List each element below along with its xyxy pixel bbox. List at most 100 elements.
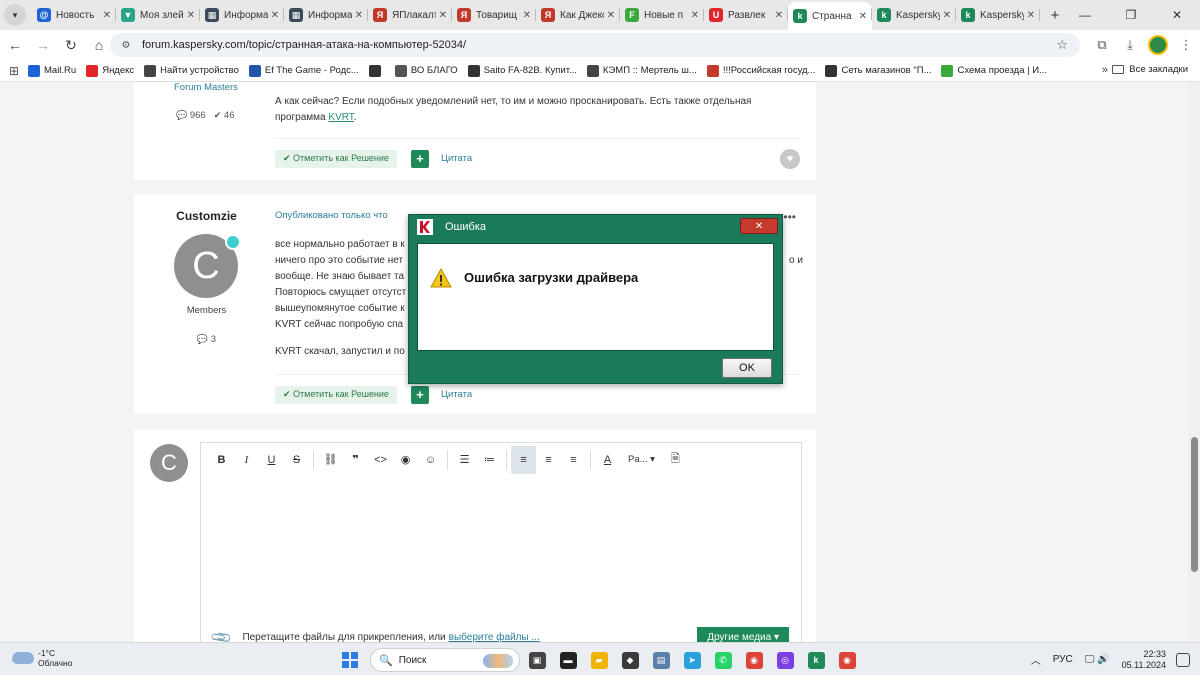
quote-button[interactable]: Цитата xyxy=(441,389,472,400)
tab-close-icon[interactable]: ✕ xyxy=(775,10,783,21)
browser-tab[interactable]: k Странна ✕ xyxy=(788,2,872,30)
taskbar-app-photos[interactable]: ▤ xyxy=(647,647,675,673)
scrollbar-thumb[interactable] xyxy=(1191,437,1198,572)
taskbar-app-chrome[interactable]: ◉ xyxy=(740,647,768,673)
tab-close-icon[interactable]: ✕ xyxy=(523,10,531,21)
browser-tab[interactable]: U Развлек ✕ xyxy=(704,3,788,27)
tab-close-icon[interactable]: ✕ xyxy=(607,10,615,21)
home-icon[interactable]: ⌂ xyxy=(86,32,112,58)
bold-icon[interactable]: B xyxy=(209,446,234,474)
browser-tab[interactable]: Я ЯПлакалъ ✕ xyxy=(368,3,452,27)
input-language[interactable]: РУС xyxy=(1053,654,1073,665)
spoiler-eye-icon[interactable]: ◉ xyxy=(393,446,418,474)
taskbar-app-chrome-2[interactable]: ◉ xyxy=(833,647,861,673)
bookmark-item[interactable]: ВО БЛАГО xyxy=(394,64,458,77)
tab-close-icon[interactable]: ✕ xyxy=(187,10,195,21)
multiquote-plus-button[interactable]: + xyxy=(410,385,429,404)
notifications-icon[interactable] xyxy=(1176,652,1190,667)
browser-tab[interactable]: ▼ Моя злейшая✕ xyxy=(116,3,200,27)
tab-search-icon[interactable]: ▾ xyxy=(4,4,26,26)
numbered-list-icon[interactable]: ≔ xyxy=(477,446,502,474)
tab-close-icon[interactable]: ✕ xyxy=(691,10,699,21)
downloads-icon[interactable]: ⤓ xyxy=(1116,31,1144,59)
network-volume-icons[interactable]: 🖵 🔊 xyxy=(1085,654,1110,665)
all-bookmarks-button[interactable]: Все закладки xyxy=(1112,64,1188,75)
code-icon[interactable]: <> xyxy=(368,446,393,474)
align-right-icon[interactable]: ≡ xyxy=(561,446,586,474)
browser-tab[interactable]: F Новые п ✕ xyxy=(620,3,704,27)
tab-close-icon[interactable]: ✕ xyxy=(859,11,867,22)
quote-icon[interactable]: ❞ xyxy=(343,446,368,474)
mark-solution-button[interactable]: ✔ Отметить как Решение xyxy=(275,385,397,404)
align-center-icon[interactable]: ≡ xyxy=(536,446,561,474)
tab-close-icon[interactable]: ✕ xyxy=(355,10,363,21)
bulleted-list-icon[interactable]: ☰ xyxy=(452,446,477,474)
author-name[interactable]: Customzie xyxy=(134,209,279,223)
bookmark-item[interactable]: !!!Российская госуд... xyxy=(706,64,815,77)
bookmark-item[interactable]: КЭМП :: Мертель ш... xyxy=(586,64,697,77)
minimize-icon[interactable]: — xyxy=(1062,0,1108,30)
browser-tab[interactable]: k Kaspersky ✕ xyxy=(872,3,956,27)
browser-tab[interactable]: @ Новость ✕ xyxy=(32,3,116,27)
taskbar-app-telegram[interactable]: ➤ xyxy=(678,647,706,673)
tab-close-icon[interactable]: ✕ xyxy=(1027,10,1035,21)
dialog-titlebar[interactable]: Ошибка ✕ xyxy=(409,215,782,239)
mark-solution-button[interactable]: ✔ Отметить как Решение xyxy=(275,149,397,168)
dialog-close-button[interactable]: ✕ xyxy=(740,218,778,234)
other-media-button[interactable]: Другие медиа ▾ xyxy=(697,627,789,642)
start-button[interactable] xyxy=(338,648,362,672)
menu-icon[interactable]: ⋮ xyxy=(1172,31,1200,59)
choose-files-link[interactable]: выберите файлы ... xyxy=(449,632,540,643)
bookmark-item[interactable]: Яндекс xyxy=(86,64,134,77)
page-scrollbar[interactable] xyxy=(1188,82,1200,642)
link-icon[interactable]: ⛓ xyxy=(318,446,343,474)
taskbar-app-app-dark[interactable]: ◆ xyxy=(616,647,644,673)
bookmark-item[interactable]: Ef The Game - Родс... xyxy=(248,64,359,77)
strikethrough-icon[interactable]: S xyxy=(284,446,309,474)
profile-avatar[interactable] xyxy=(1144,31,1172,59)
close-window-icon[interactable]: ✕ xyxy=(1154,0,1200,30)
taskbar-app-task-view[interactable]: ▣ xyxy=(523,647,551,673)
emoji-icon[interactable]: ☺ xyxy=(418,446,443,474)
url-text[interactable]: forum.kaspersky.com/topic/странная-атака… xyxy=(142,39,466,51)
bookmarks-overflow-icon[interactable]: » xyxy=(1102,64,1108,76)
align-left-icon[interactable]: ≡ xyxy=(511,445,536,474)
tab-close-icon[interactable]: ✕ xyxy=(103,10,111,21)
quote-button[interactable]: Цитата xyxy=(441,153,472,164)
extensions-icon[interactable]: ⧉ xyxy=(1088,31,1116,59)
multiquote-plus-button[interactable]: + xyxy=(410,149,429,168)
post-options-icon[interactable]: ••• xyxy=(783,210,796,224)
taskbar-app-app-purple[interactable]: ◎ xyxy=(771,647,799,673)
browser-tab[interactable]: ▦ Информация✕ xyxy=(200,3,284,27)
taskbar-app-explorer[interactable]: ▰ xyxy=(585,647,613,673)
restore-icon[interactable]: ❐ xyxy=(1108,0,1154,30)
bookmark-item[interactable]: Сеть магазинов "П... xyxy=(825,64,931,77)
tab-close-icon[interactable]: ✕ xyxy=(271,10,279,21)
browser-tab[interactable]: ▦ Информация✕ xyxy=(284,3,368,27)
clock[interactable]: 22:33 05.11.2024 xyxy=(1122,649,1166,671)
forward-icon[interactable]: → xyxy=(30,32,56,58)
bookmark-item[interactable]: Найти устройство xyxy=(144,64,239,77)
weather-widget[interactable]: -1°C Облачно xyxy=(12,648,72,668)
taskbar-search[interactable]: 🔍 Поиск xyxy=(370,648,520,672)
paragraph-format-select[interactable]: Pa... ▾ xyxy=(620,454,663,465)
tab-close-icon[interactable]: ✕ xyxy=(943,10,951,21)
bookmark-item[interactable]: Mail.Ru xyxy=(28,64,76,77)
back-icon[interactable]: ← xyxy=(2,32,28,58)
address-bar[interactable]: ⚙ forum.kaspersky.com/topic/странная-ата… xyxy=(110,33,1080,57)
tray-overflow-icon[interactable]: ︿ xyxy=(1031,652,1041,667)
italic-icon[interactable]: I xyxy=(234,446,259,474)
apps-grid-icon[interactable]: ⊞ xyxy=(0,64,28,78)
underline-icon[interactable]: U xyxy=(259,446,284,474)
author-group[interactable]: Forum Masters xyxy=(174,82,238,93)
bookmark-item[interactable] xyxy=(368,64,385,77)
reply-editor[interactable]: B I U S ⛓ ❞ <> ◉ ☺ ☰ ≔ ≡ ≡ ≡ A Pa... ▾ 🗎… xyxy=(200,442,802,642)
taskbar-app-kaspersky[interactable]: k xyxy=(802,647,830,673)
dialog-ok-button[interactable]: OK xyxy=(722,358,772,378)
taskbar-app-whatsapp[interactable]: ✆ xyxy=(709,647,737,673)
bookmark-star-icon[interactable]: ☆ xyxy=(1056,37,1068,53)
like-heart-icon[interactable]: ♥ xyxy=(780,148,800,169)
tab-close-icon[interactable]: ✕ xyxy=(439,10,447,21)
preview-icon[interactable]: 🗎 xyxy=(663,446,688,474)
kvrt-link[interactable]: KVRT xyxy=(328,112,353,123)
